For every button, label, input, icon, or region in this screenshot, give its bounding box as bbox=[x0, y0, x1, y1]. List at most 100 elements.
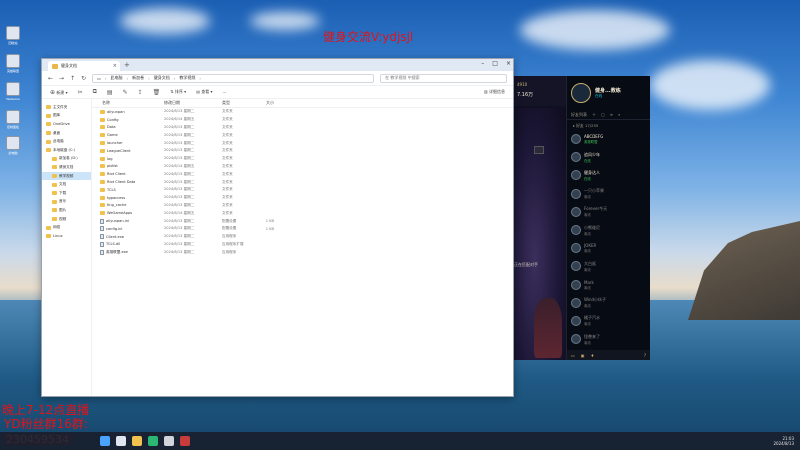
file-row[interactable]: aliyunpan.ini 2024/8/13 星期二 配置设置 1 KB bbox=[92, 217, 513, 225]
forward-icon[interactable]: → bbox=[59, 75, 64, 82]
friend-item[interactable]: Mark 离线 bbox=[567, 276, 650, 294]
system-tray[interactable]: 21:03 2024/8/13 bbox=[773, 436, 794, 446]
up-icon[interactable]: ↑ bbox=[70, 75, 75, 82]
game-client-window[interactable]: 4910 7.16万 正在匹配对手 健身...教练 在线 好友列表 ＋ ▢ ≡ ⌕… bbox=[514, 76, 650, 360]
nav-item[interactable]: 新加卷 (D:) bbox=[42, 155, 91, 164]
friend-item[interactable]: ABCDEFG 英雄联盟 bbox=[567, 130, 650, 148]
nav-item[interactable]: 图片 bbox=[42, 206, 91, 215]
nav-item[interactable]: 教学视频 bbox=[42, 171, 91, 181]
desktop-icon-control-panel[interactable]: 控制面板 bbox=[2, 110, 24, 132]
file-row[interactable]: launcher 2024/8/13 星期二 文件夹 bbox=[92, 139, 513, 147]
friend-item[interactable]: Wind小伙子 离线 bbox=[567, 294, 650, 312]
column-header-size[interactable]: 大小 bbox=[256, 100, 276, 106]
new-tab-button[interactable]: + bbox=[124, 61, 130, 69]
search-icon[interactable]: ⌕ bbox=[618, 112, 620, 117]
friend-item[interactable]: 小熊维尼 离线 bbox=[567, 221, 650, 239]
file-row[interactable]: aliyunpan 2024/8/13 星期二 文件夹 bbox=[92, 108, 513, 116]
copy-icon[interactable]: ⧉ bbox=[93, 88, 97, 96]
file-row[interactable]: Game 2024/8/13 星期二 文件夹 bbox=[92, 131, 513, 139]
view-button[interactable]: ▤ 查看 ▾ bbox=[196, 89, 212, 95]
friend-item[interactable]: 怪兽来了 离线 bbox=[567, 330, 650, 348]
details-button[interactable]: ▥ 详细信息 bbox=[484, 89, 505, 95]
chat-bubble-icon[interactable]: ▭ bbox=[571, 353, 575, 358]
breadcrumb-item[interactable]: 新加卷 bbox=[132, 75, 144, 81]
desktop-icon-this-pc[interactable]: 此电脑 bbox=[2, 136, 24, 158]
chat-icon[interactable] bbox=[164, 436, 174, 446]
desktop-icon-recycle-bin[interactable]: 回收站 bbox=[2, 26, 24, 48]
file-explorer-icon[interactable] bbox=[132, 436, 142, 446]
friend-group[interactable]: ▸ 好友 17/255 bbox=[567, 120, 650, 130]
avatar[interactable] bbox=[571, 83, 591, 103]
nav-item[interactable]: 健身文档 bbox=[42, 163, 91, 172]
more-icon[interactable]: ··· bbox=[223, 90, 227, 95]
nav-item[interactable]: 文档 bbox=[42, 180, 91, 189]
rename-icon[interactable]: ✎ bbox=[123, 89, 128, 96]
sort-icon[interactable]: ≡ bbox=[610, 112, 613, 117]
minimize-icon[interactable]: – bbox=[481, 60, 484, 67]
friend-item[interactable]: 一只小苹果 离线 bbox=[567, 185, 650, 203]
nav-item[interactable]: 本地磁盘 (C:) bbox=[42, 146, 91, 155]
windows-start-icon[interactable] bbox=[100, 436, 110, 446]
share-icon[interactable]: ⇪ bbox=[138, 89, 143, 96]
friend-item[interactable]: JOKER 离线 bbox=[567, 239, 650, 257]
search-input[interactable]: 在 教学视频 中搜索 bbox=[380, 73, 507, 83]
file-row[interactable]: Config 2024/6/14 星期五 文件夹 bbox=[92, 116, 513, 124]
profile-card[interactable]: 健身...教练 在线 bbox=[567, 76, 650, 110]
file-row[interactable]: Riot Client 2024/8/13 星期二 文件夹 bbox=[92, 170, 513, 178]
game-main-view[interactable]: 正在匹配对手 bbox=[514, 108, 566, 360]
nav-item[interactable]: Linux bbox=[42, 232, 91, 241]
nav-item[interactable]: 图库 bbox=[42, 112, 91, 121]
mic-icon[interactable]: ♦ bbox=[591, 353, 595, 358]
explorer-tab[interactable]: 健身文档 × bbox=[48, 61, 120, 71]
nav-item[interactable]: 桌面 bbox=[42, 129, 91, 138]
file-row[interactable]: pidlist 2024/6/14 星期五 文件夹 bbox=[92, 163, 513, 171]
file-row[interactable]: WeGameApps 2024/6/14 星期五 文件夹 bbox=[92, 209, 513, 217]
file-row[interactable]: log 2024/8/13 星期二 文件夹 bbox=[92, 155, 513, 163]
file-row[interactable]: 英雄联盟.exe 2024/8/13 星期二 应用程序 bbox=[92, 248, 513, 256]
new-button[interactable]: ⊕ 新建 ▾ bbox=[50, 89, 68, 96]
friend-item[interactable]: 大白鲨 离线 bbox=[567, 257, 650, 275]
friend-item[interactable]: 健身达人 在线 bbox=[567, 166, 650, 184]
breadcrumb-item[interactable]: 此电脑 bbox=[111, 75, 123, 81]
nav-item[interactable]: 此电脑 bbox=[42, 137, 91, 146]
column-header-date[interactable]: 修改日期 bbox=[164, 100, 222, 106]
edge-browser-icon[interactable] bbox=[148, 436, 158, 446]
file-row[interactable]: Client.exe 2024/8/13 星期二 应用程序 bbox=[92, 233, 513, 241]
back-icon[interactable]: ← bbox=[48, 75, 53, 82]
game-client-icon[interactable] bbox=[180, 436, 190, 446]
file-row[interactable]: ting_cache 2024/8/13 星期二 文件夹 bbox=[92, 202, 513, 210]
file-row[interactable]: Data 2024/8/13 星期二 文件夹 bbox=[92, 124, 513, 132]
refresh-icon[interactable]: ↻ bbox=[81, 75, 86, 82]
address-bar[interactable]: ▭ › 此电脑 › 新加卷 › 健身文档 › 教学视频 › bbox=[92, 73, 375, 83]
file-row[interactable]: LeagueClient 2024/8/13 星期二 文件夹 bbox=[92, 147, 513, 155]
nav-item[interactable]: 下载 bbox=[42, 189, 91, 198]
friend-item[interactable]: 追风少年 在线 bbox=[567, 148, 650, 166]
clash-icon[interactable]: ▣ bbox=[581, 353, 585, 358]
nav-item[interactable]: 视频 bbox=[42, 215, 91, 224]
column-header-type[interactable]: 类型 bbox=[222, 100, 256, 106]
help-icon[interactable]: ? bbox=[644, 353, 646, 358]
column-header-name[interactable]: 名称 bbox=[92, 100, 164, 106]
breadcrumb-item[interactable]: 健身文档 bbox=[154, 75, 170, 81]
file-explorer-window[interactable]: 健身文档 × + – □ × ← → ↑ ↻ ▭ › 此电脑 › 新加卷 › 健身文档… bbox=[41, 58, 514, 397]
desktop-icon-wegame[interactable]: WeGame bbox=[2, 82, 24, 104]
friend-item[interactable]: Forever今天 离线 bbox=[567, 203, 650, 221]
file-row[interactable]: config.ini 2024/8/13 星期二 配置设置 1 KB bbox=[92, 225, 513, 233]
paste-icon[interactable]: ▤ bbox=[107, 89, 113, 96]
sort-button[interactable]: ⇅ 排序 ▾ bbox=[170, 89, 186, 95]
nav-item[interactable]: 音乐 bbox=[42, 198, 91, 207]
file-row[interactable]: Riot Client Data 2024/8/13 星期二 文件夹 bbox=[92, 178, 513, 186]
nav-item[interactable]: 主文件夹 bbox=[42, 103, 91, 112]
maximize-icon[interactable]: □ bbox=[492, 60, 498, 67]
close-tab-icon[interactable]: × bbox=[113, 63, 117, 69]
friend-item[interactable]: 橘子汽水 离线 bbox=[567, 312, 650, 330]
close-icon[interactable]: × bbox=[506, 60, 511, 67]
game-tile[interactable] bbox=[534, 146, 544, 154]
file-row[interactable]: TCLS.dll 2024/8/13 星期二 应用程序扩展 bbox=[92, 241, 513, 249]
delete-icon[interactable]: 🗑 bbox=[153, 89, 161, 96]
chat-icon[interactable]: ▢ bbox=[601, 112, 605, 117]
add-friend-icon[interactable]: ＋ bbox=[592, 112, 596, 118]
file-row[interactable]: TCLS 2024/8/13 星期二 文件夹 bbox=[92, 186, 513, 194]
nav-item[interactable]: 网络 bbox=[42, 223, 91, 232]
nav-item[interactable]: OneDrive bbox=[42, 120, 91, 129]
